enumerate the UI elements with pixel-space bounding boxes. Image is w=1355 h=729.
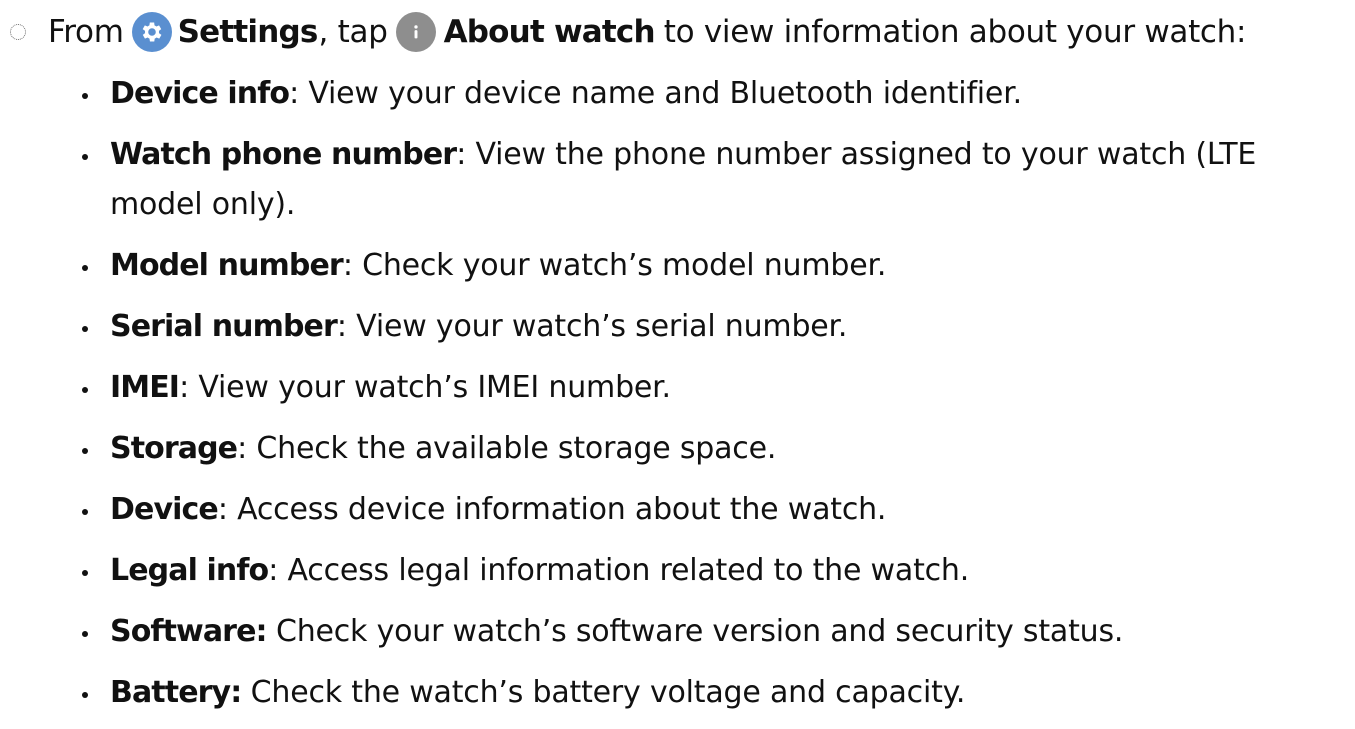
bullet-icon bbox=[82, 387, 88, 393]
about-watch-label: About watch bbox=[443, 14, 656, 50]
item-description: Check the available storage space. bbox=[247, 431, 777, 466]
item-separator: : bbox=[179, 370, 189, 405]
item-term: Device bbox=[110, 492, 219, 527]
bullet-icon bbox=[82, 154, 88, 160]
bullet-icon bbox=[82, 509, 88, 515]
item-term: Battery: bbox=[110, 675, 242, 710]
list-item: Battery: Check the watch’s battery volta… bbox=[82, 668, 1332, 718]
list-item: Serial number: View your watch’s serial … bbox=[82, 302, 1332, 352]
list-item: Legal info: Access legal information rel… bbox=[82, 546, 1332, 596]
list-item: IMEI: View your watch’s IMEI number. bbox=[82, 363, 1332, 413]
bullet-icon bbox=[82, 326, 88, 332]
item-term: Watch phone number bbox=[110, 137, 457, 172]
item-term: Serial number bbox=[110, 309, 338, 344]
list-item: Device: Access device information about … bbox=[82, 485, 1332, 535]
item-separator: : bbox=[342, 248, 353, 283]
item-term: Software: bbox=[110, 614, 268, 649]
item-term: Model number bbox=[110, 248, 344, 283]
item-description: Access legal information related to the … bbox=[278, 553, 970, 588]
intro-rest-text: to view information about your watch: bbox=[663, 14, 1247, 50]
item-term: Legal info bbox=[110, 553, 269, 588]
item-term: IMEI bbox=[110, 370, 180, 405]
item-separator: : bbox=[268, 553, 279, 588]
step-marker-icon bbox=[10, 24, 26, 40]
item-separator: : bbox=[237, 431, 248, 466]
instruction-page: From Settings , tap About watch to view … bbox=[0, 0, 1355, 721]
item-description: View your device name and Bluetooth iden… bbox=[299, 76, 1022, 111]
list-item: Storage: Check the available storage spa… bbox=[82, 424, 1332, 474]
bullet-icon bbox=[82, 448, 88, 454]
bullet-icon bbox=[82, 265, 88, 271]
about-info-icon bbox=[395, 12, 436, 52]
intro-tap-text: , tap bbox=[318, 14, 388, 50]
settings-label: Settings bbox=[177, 14, 319, 50]
list-item: Model number: Check your watch’s model n… bbox=[82, 241, 1332, 291]
item-separator: : bbox=[289, 76, 299, 111]
item-description: Check your watch’s software version and … bbox=[266, 614, 1124, 649]
item-term: Device info bbox=[110, 76, 290, 111]
item-description: View your watch’s IMEI number. bbox=[189, 370, 671, 405]
item-description: View your watch’s serial number. bbox=[346, 309, 848, 344]
list-item: Software: Check your watch’s software ve… bbox=[82, 607, 1332, 657]
list-item: Device info: View your device name and B… bbox=[82, 69, 1332, 119]
intro-step: From Settings , tap About watch to view … bbox=[10, 8, 1246, 56]
about-watch-options-list: Device info: View your device name and B… bbox=[82, 69, 1332, 729]
bullet-icon bbox=[82, 631, 88, 637]
item-term: Storage bbox=[110, 431, 238, 466]
item-separator: : bbox=[336, 309, 347, 344]
intro-from-text: From bbox=[48, 14, 124, 50]
bullet-icon bbox=[82, 570, 88, 576]
bullet-icon bbox=[82, 692, 88, 698]
item-separator: : bbox=[217, 492, 228, 527]
bullet-icon bbox=[82, 93, 88, 99]
settings-gear-icon bbox=[131, 12, 172, 52]
item-description: Check the watch’s battery voltage and ca… bbox=[241, 675, 966, 710]
item-description: Check your watch’s model number. bbox=[352, 248, 887, 283]
list-item: Watch phone number: View the phone numbe… bbox=[82, 130, 1332, 230]
item-description: Access device information about the watc… bbox=[227, 492, 887, 527]
item-separator: : bbox=[456, 137, 467, 172]
